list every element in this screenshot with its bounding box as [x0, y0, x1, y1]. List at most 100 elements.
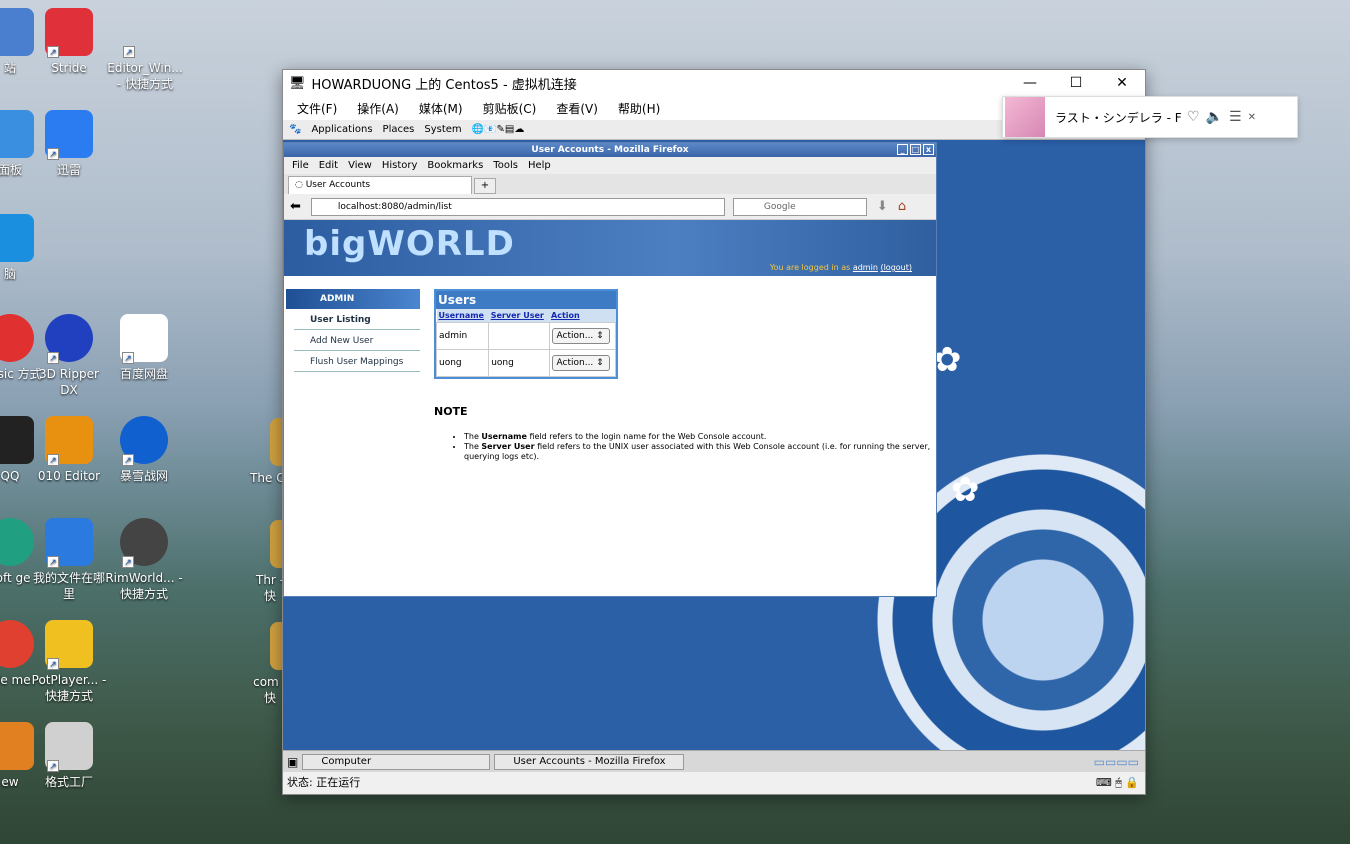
desktop-icon-label: 迅雷 — [56, 163, 81, 177]
nav-user-listing[interactable]: User Listing — [294, 309, 420, 330]
heart-icon[interactable]: ♡ — [1187, 109, 1200, 125]
desktop-icon-label: RimWorld... - 快捷方式 — [105, 571, 183, 601]
shortcut-arrow-icon: ↗ — [122, 556, 134, 568]
ff-menu-edit[interactable]: Edit — [319, 160, 338, 171]
desktop-icon[interactable]: 脑 — [0, 214, 50, 282]
vm-status-bar: 状态: 正在运行 ⌨ 🖱 🔒 — [283, 772, 1145, 794]
ff-menu-view[interactable]: View — [348, 160, 372, 171]
desktop-icon-stride[interactable]: ↗ Stride — [29, 8, 109, 76]
stride-icon: ↗ — [45, 8, 93, 58]
note-term: Username — [481, 432, 527, 441]
note-text: field refers to the login name for the W… — [526, 432, 767, 441]
close-button[interactable]: ✕ — [1099, 75, 1145, 91]
show-desktop-icon[interactable]: ▣ — [287, 755, 298, 769]
desktop-icon-label: 3D Ripper DX — [39, 367, 99, 397]
shortcut-arrow-icon: ↗ — [123, 46, 135, 58]
gnome-menu-places[interactable]: Places — [383, 124, 415, 135]
table-row: admin Action... ⇕ — [435, 322, 617, 350]
bigworld-banner: bigWORLD You are logged in as admin (log… — [284, 220, 936, 276]
vm-menu-help[interactable]: 帮助(H) — [618, 100, 660, 117]
shortcut-arrow-icon: ↗ — [47, 556, 59, 568]
launcher-icons[interactable]: 🌐📧✎▤☁ — [472, 124, 525, 135]
gnome-menu-applications[interactable]: Applications — [311, 124, 372, 135]
column-header-username[interactable]: Username — [436, 309, 489, 323]
flower-decoration-icon: ✿ — [933, 340, 962, 380]
vm-menu-media[interactable]: 媒体(M) — [419, 100, 463, 117]
logged-user-link[interactable]: admin — [853, 263, 878, 272]
vm-menu-action[interactable]: 操作(A) — [357, 100, 399, 117]
new-tab-button[interactable]: + — [474, 178, 496, 194]
address-bar[interactable]: localhost:8080/admin/list — [310, 197, 725, 216]
ff-maximize-button[interactable]: □ — [910, 144, 921, 155]
admin-header: ADMIN — [286, 289, 420, 309]
home-icon[interactable]: ⌂ — [898, 199, 906, 214]
desktop-icon-xunlei[interactable]: ↗ 迅雷 — [29, 110, 109, 178]
desktop-icon-3dripper[interactable]: ↗ 3D Ripper DX — [29, 314, 109, 398]
back-arrow-icon[interactable]: ⬅ — [290, 199, 301, 214]
desktop-icon-label: Editor_Win... - 快捷方式 — [107, 61, 183, 91]
gnome-menu-system[interactable]: System — [424, 124, 461, 135]
volume-icon[interactable]: 🔈 — [1206, 109, 1223, 125]
desktop-icon-battlenet[interactable]: ↗ 暴雪战网 — [104, 416, 184, 484]
vm-status-text: 状态: 正在运行 — [287, 776, 361, 789]
music-mini-player: ラスト・シンデレラ - Free ♡ 🔈 ☰ ✕ — [1002, 96, 1298, 138]
desktop-icon-baidu[interactable]: ↗ 百度网盘 — [104, 314, 184, 382]
shortcut-arrow-icon: ↗ — [47, 658, 59, 670]
desktop-icon-010editor[interactable]: ↗ 010 Editor — [29, 416, 109, 484]
shortcut-arrow-icon: ↗ — [122, 454, 134, 466]
shortcut-arrow-icon: ↗ — [47, 454, 59, 466]
desktop-icon-formatfactory[interactable]: ↗ 格式工厂 — [29, 722, 109, 790]
ff-minimize-button[interactable]: _ — [897, 144, 908, 155]
note-item: The Server User field refers to the UNIX… — [464, 442, 934, 462]
gear-icon: ↗ — [121, 8, 169, 58]
taskbar-item-firefox[interactable]: User Accounts - Mozilla Firefox — [494, 753, 685, 770]
ff-menu-history[interactable]: History — [382, 160, 418, 171]
ff-menu-file[interactable]: File — [292, 160, 309, 171]
shortcut-arrow-icon: ↗ — [47, 352, 59, 364]
desktop-icon-rimworld[interactable]: ↗ RimWorld... - 快捷方式 — [104, 518, 184, 602]
action-select[interactable]: Action... ⇕ — [551, 328, 610, 344]
workspace-switcher[interactable]: ▭▭▭▭ — [1094, 755, 1139, 769]
desktop-icon-potplayer[interactable]: ↗ PotPlayer... - 快捷方式 — [29, 620, 109, 704]
cloud-icon: ↗ — [120, 314, 168, 364]
ff-menu-bookmarks[interactable]: Bookmarks — [427, 160, 483, 171]
minimize-button[interactable]: — — [1007, 75, 1053, 91]
desktop-icon-label: 面板 — [0, 163, 22, 177]
firefox-menu-bar: File Edit View History Bookmarks Tools H… — [284, 157, 936, 174]
nav-flush-user-mappings[interactable]: Flush User Mappings — [294, 351, 420, 372]
desktop-icon-editor[interactable]: ↗ Editor_Win... - 快捷方式 — [105, 8, 185, 92]
vm-menu-clipboard[interactable]: 剪贴板(C) — [483, 100, 537, 117]
logout-link[interactable]: (logout) — [880, 263, 912, 272]
vm-connection-window: 🖥 HOWARDUONG 上的 Centos5 - 虚拟机连接 — ☐ ✕ 文件… — [282, 69, 1146, 795]
ff-close-button[interactable]: x — [923, 144, 934, 155]
taskbar-item-computer[interactable]: Computer — [302, 753, 491, 770]
onedrive-icon: ↗ — [45, 518, 93, 568]
desktop-icon-label: 百度网盘 — [119, 367, 168, 381]
ff-menu-tools[interactable]: Tools — [493, 160, 518, 171]
nav-add-new-user[interactable]: Add New User — [294, 330, 420, 351]
ff-menu-help[interactable]: Help — [528, 160, 551, 171]
tab-user-accounts[interactable]: ◌ User Accounts — [288, 176, 472, 194]
maximize-button[interactable]: ☐ — [1053, 75, 1099, 91]
desktop-icon-label: Thr - 快 — [255, 573, 284, 603]
note-term: Server User — [481, 442, 535, 451]
keyboard-mouse-lock-icons: ⌨ 🖱 🔒 — [1095, 776, 1139, 789]
navigation-toolbar: ⬅ localhost:8080/admin/list Google ⬇ ⌂ — [284, 194, 936, 220]
vm-menu-view[interactable]: 查看(V) — [556, 100, 598, 117]
search-input[interactable]: Google — [732, 197, 867, 216]
playlist-icon[interactable]: ☰ — [1229, 109, 1242, 125]
bigworld-logo: bigWORLD — [304, 224, 515, 264]
cell-username: admin — [435, 322, 490, 350]
download-icon[interactable]: ⬇ — [877, 199, 888, 214]
vm-title-bar: 🖥 HOWARDUONG 上的 Centos5 - 虚拟机连接 — ☐ ✕ — [283, 70, 1145, 96]
desktop-icon-onedrive[interactable]: ↗ 我的文件在哪里 — [29, 518, 109, 602]
vm-menu-file[interactable]: 文件(F) — [297, 100, 337, 117]
x-icon: ↗ — [45, 314, 93, 364]
close-icon[interactable]: ✕ — [1248, 112, 1256, 123]
bird-icon: ↗ — [45, 110, 93, 160]
column-header-action[interactable]: Action — [549, 309, 616, 323]
note-text: field refers to the UNIX user associated… — [464, 442, 931, 461]
album-art — [1005, 97, 1045, 137]
action-select[interactable]: Action... ⇕ — [551, 355, 610, 371]
column-header-server-user[interactable]: Server User — [488, 309, 550, 323]
